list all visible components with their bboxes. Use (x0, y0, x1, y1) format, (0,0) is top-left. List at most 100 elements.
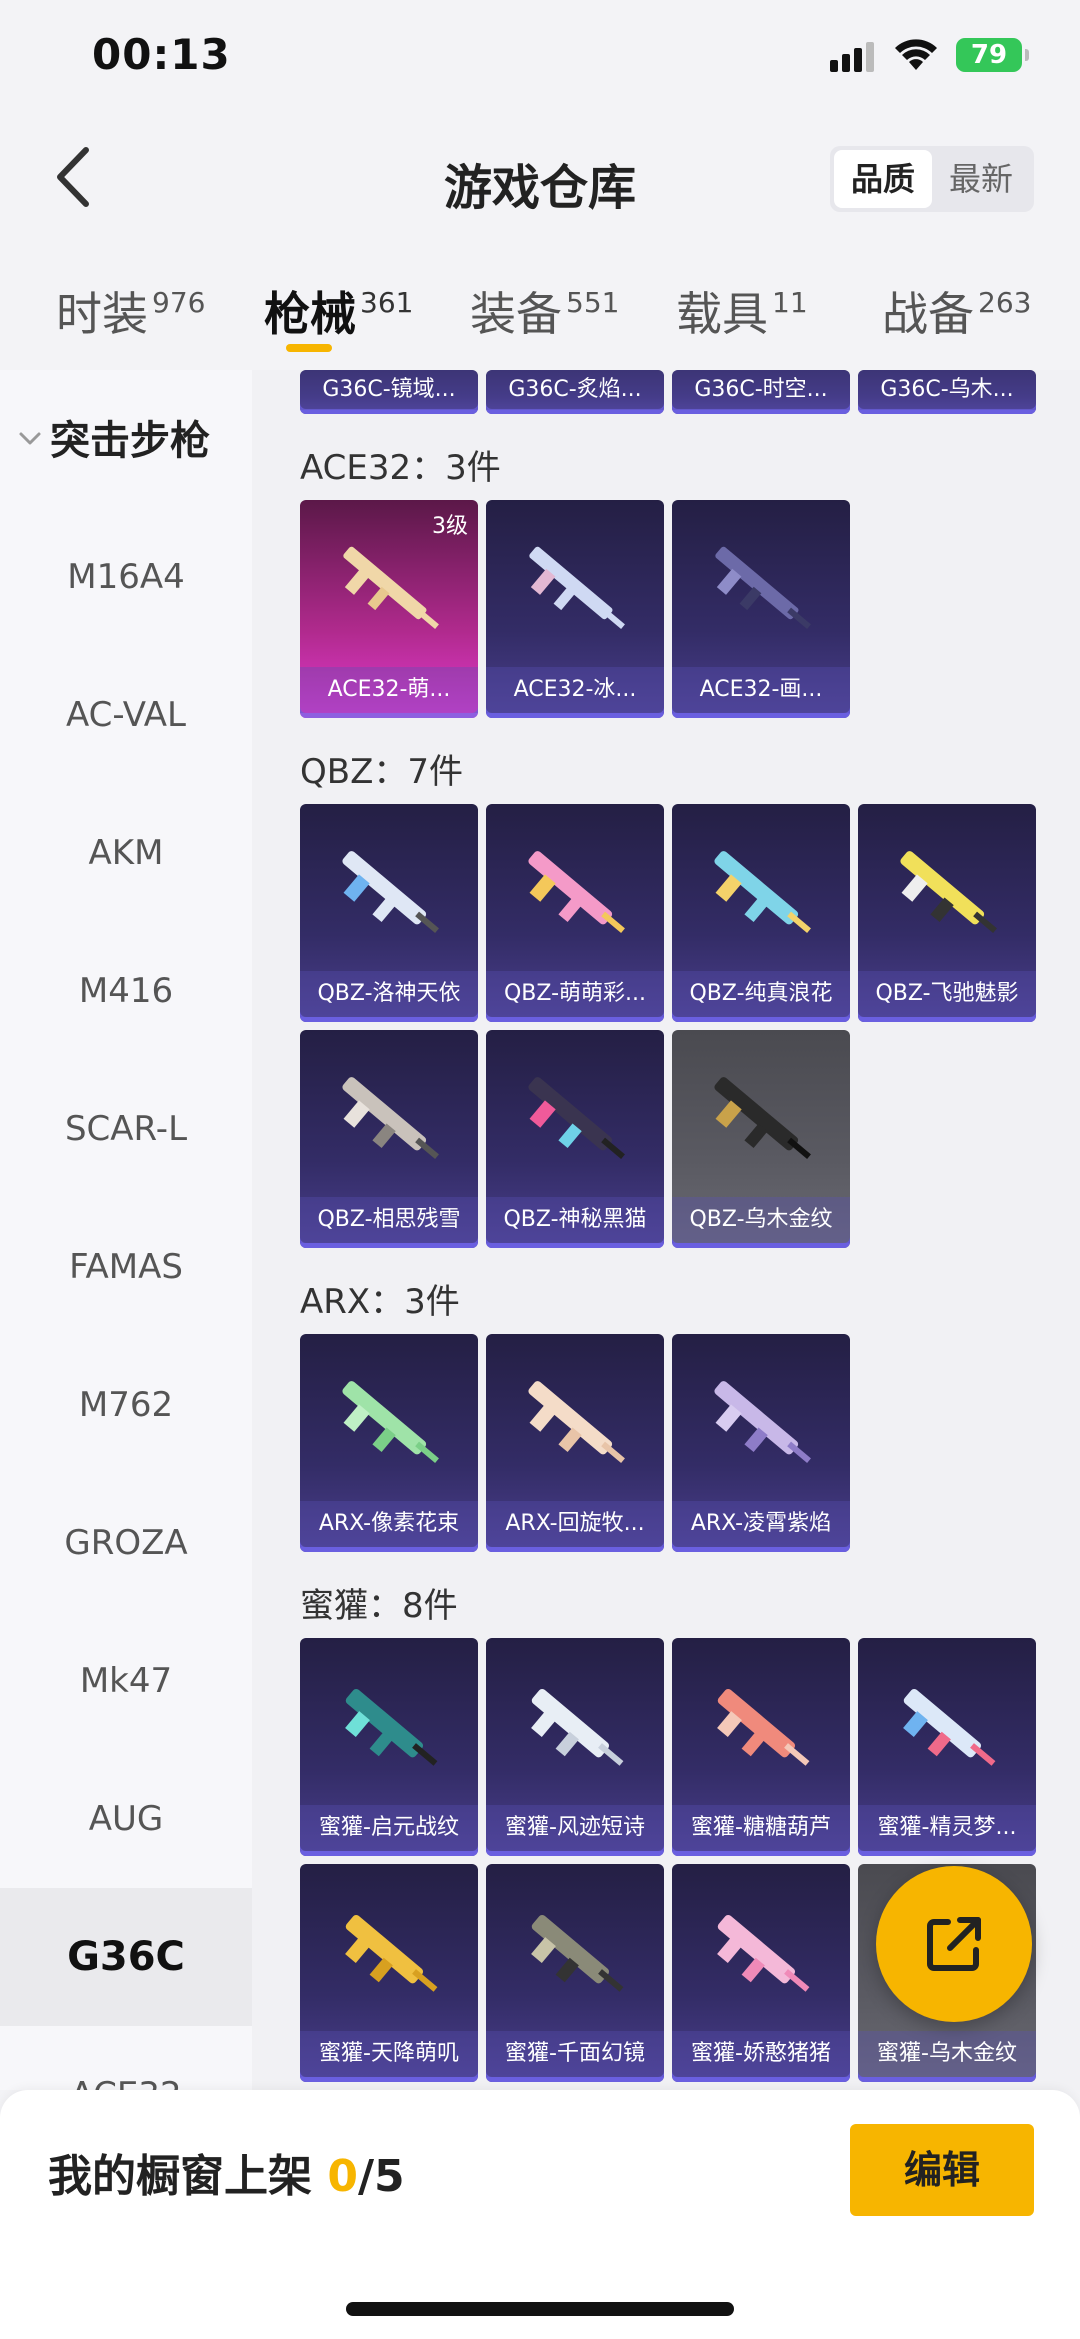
tab-count: 976 (152, 286, 206, 319)
skin-card[interactable]: 蜜獾-娇憨猪猪 (672, 1864, 850, 2082)
rifle-icon (531, 1688, 624, 1766)
skin-label: ACE32-萌... (300, 667, 478, 713)
skin-card[interactable]: 蜜獾-糖糖葫芦 (672, 1638, 850, 1856)
showcase-label: 我的橱窗上架 (48, 2151, 312, 2202)
rifle-icon (715, 546, 811, 629)
sidebar-item-g36c[interactable]: G36C (0, 1888, 252, 2026)
status-time: 00:13 (92, 30, 231, 79)
rifle-icon (343, 546, 439, 629)
skin-card[interactable]: 蜜獾-启元战纹 (300, 1638, 478, 1856)
showcase-bar: 我的橱窗上架 0/5 编辑 (0, 2090, 1080, 2339)
share-fab-button[interactable] (876, 1866, 1032, 2022)
skin-card[interactable]: QBZ-相思残雪 (300, 1030, 478, 1248)
skin-label: QBZ-飞驰魅影 (858, 971, 1036, 1017)
sidebar-item-aug[interactable]: AUG (0, 1750, 252, 1888)
edit-button[interactable]: 编辑 (850, 2124, 1034, 2216)
sidebar-item-famas[interactable]: FAMAS (0, 1198, 252, 1336)
sidebar-item-mk47[interactable]: Mk47 (0, 1612, 252, 1750)
sidebar-item-m762[interactable]: M762 (0, 1336, 252, 1474)
skin-card[interactable]: 蜜獾-天降萌叽 (300, 1864, 478, 2082)
wifi-icon (895, 39, 937, 70)
sidebar-item-ac-val[interactable]: AC-VAL (0, 646, 252, 784)
skin-card[interactable]: 蜜獾-风迹短诗 (486, 1638, 664, 1856)
skin-card[interactable]: QBZ-纯真浪花 (672, 804, 850, 1022)
skin-card[interactable]: QBZ-乌木金纹 (672, 1030, 850, 1248)
tab-count: 551 (566, 286, 620, 319)
skin-label: QBZ-洛神天依 (300, 971, 478, 1017)
skin-card[interactable]: G36C-炙焰... (486, 370, 664, 414)
tab-label: 装备 (470, 287, 562, 341)
rifle-icon (342, 1077, 439, 1159)
skin-card[interactable]: QBZ-萌萌彩... (486, 804, 664, 1022)
sort-toggle[interactable]: 品质 最新 (830, 146, 1034, 212)
tab-vehicles[interactable]: 载具 11 (676, 278, 808, 344)
sidebar-item-m416[interactable]: M416 (0, 922, 252, 1060)
sidebar-item-m16a4[interactable]: M16A4 (0, 508, 252, 646)
tab-count: 263 (978, 286, 1032, 319)
showcase-total: /5 (357, 2151, 405, 2202)
rifle-icon (345, 1914, 438, 1992)
sidebar-category[interactable]: 突击步枪 (18, 408, 210, 466)
rifle-icon (531, 1914, 624, 1992)
skin-label: ARX-回旋牧... (486, 1501, 664, 1547)
skin-card[interactable]: ARX-回旋牧... (486, 1334, 664, 1552)
rifle-icon (528, 1381, 625, 1463)
skin-label: G36C-镜域... (300, 370, 478, 410)
sort-latest-button[interactable]: 最新 (932, 150, 1030, 208)
showcase-status: 我的橱窗上架 0/5 (48, 2140, 405, 2204)
sidebar-item-akm[interactable]: AKM (0, 784, 252, 922)
sidebar-item-groza[interactable]: GROZA (0, 1474, 252, 1612)
showcase-count: 0 (327, 2151, 358, 2202)
tab-fashion[interactable]: 时装 976 (56, 278, 205, 344)
tab-label: 载具 (676, 287, 768, 341)
section-title: 蜜獾：8件 (300, 1586, 458, 1626)
skin-label: QBZ-乌木金纹 (672, 1197, 850, 1243)
sidebar-item-ace32[interactable]: ACE32 (0, 2026, 252, 2090)
section-title: ARX：3件 (300, 1282, 460, 1322)
chevron-down-icon (19, 432, 41, 445)
rifle-icon (529, 546, 625, 629)
sort-quality-button[interactable]: 品质 (834, 150, 932, 208)
skin-label: G36C-乌木... (858, 370, 1036, 410)
rifle-icon (714, 1381, 811, 1463)
home-indicator (346, 2302, 734, 2316)
skin-label: 蜜獾-天降萌叽 (300, 2031, 478, 2077)
skin-label: 蜜獾-娇憨猪猪 (672, 2031, 850, 2077)
weapon-sidebar: 突击步枪 M16A4 AC-VAL AKM M416 SCAR-L FAMAS … (0, 370, 252, 2090)
skin-card[interactable]: 蜜獾-精灵梦... (858, 1638, 1036, 1856)
skin-card[interactable]: ACE32-画... (672, 500, 850, 718)
rifle-icon (528, 851, 625, 933)
section-title: QBZ：7件 (300, 752, 464, 792)
rifle-icon (714, 851, 811, 933)
share-external-icon (927, 1917, 981, 1971)
skin-card[interactable]: 3级 ACE32-萌... (300, 500, 478, 718)
tab-equipment[interactable]: 装备 551 (470, 278, 619, 344)
tab-firearms[interactable]: 枪械 361 (264, 278, 413, 344)
skin-card[interactable]: ACE32-冰... (486, 500, 664, 718)
skin-card[interactable]: QBZ-洛神天依 (300, 804, 478, 1022)
skin-label: 蜜獾-糖糖葫芦 (672, 1805, 850, 1851)
skin-label: 蜜獾-启元战纹 (300, 1805, 478, 1851)
skin-label: ACE32-画... (672, 667, 850, 713)
skin-card[interactable]: G36C-时空... (672, 370, 850, 414)
skin-label: ARX-凌霄紫焰 (672, 1501, 850, 1547)
skin-card[interactable]: G36C-乌木... (858, 370, 1036, 414)
skin-card[interactable]: G36C-镜域... (300, 370, 478, 414)
rifle-icon (342, 1381, 439, 1463)
tab-label: 时装 (56, 287, 148, 341)
active-tab-indicator (286, 344, 332, 352)
skin-card[interactable]: QBZ-神秘黑猫 (486, 1030, 664, 1248)
tab-supplies[interactable]: 战备 263 (882, 278, 1031, 344)
skin-label: QBZ-萌萌彩... (486, 971, 664, 1017)
rifle-icon (900, 851, 997, 933)
skin-card[interactable]: ARX-像素花束 (300, 1334, 478, 1552)
rifle-icon (714, 1077, 811, 1159)
skin-card[interactable]: QBZ-飞驰魅影 (858, 804, 1036, 1022)
rifle-icon (345, 1688, 438, 1766)
skin-card[interactable]: ARX-凌霄紫焰 (672, 1334, 850, 1552)
sidebar-item-scar-l[interactable]: SCAR-L (0, 1060, 252, 1198)
skin-card[interactable]: 蜜獾-千面幻镜 (486, 1864, 664, 2082)
tab-count: 361 (360, 286, 414, 319)
skin-label: QBZ-纯真浪花 (672, 971, 850, 1017)
skin-label: G36C-时空... (672, 370, 850, 410)
